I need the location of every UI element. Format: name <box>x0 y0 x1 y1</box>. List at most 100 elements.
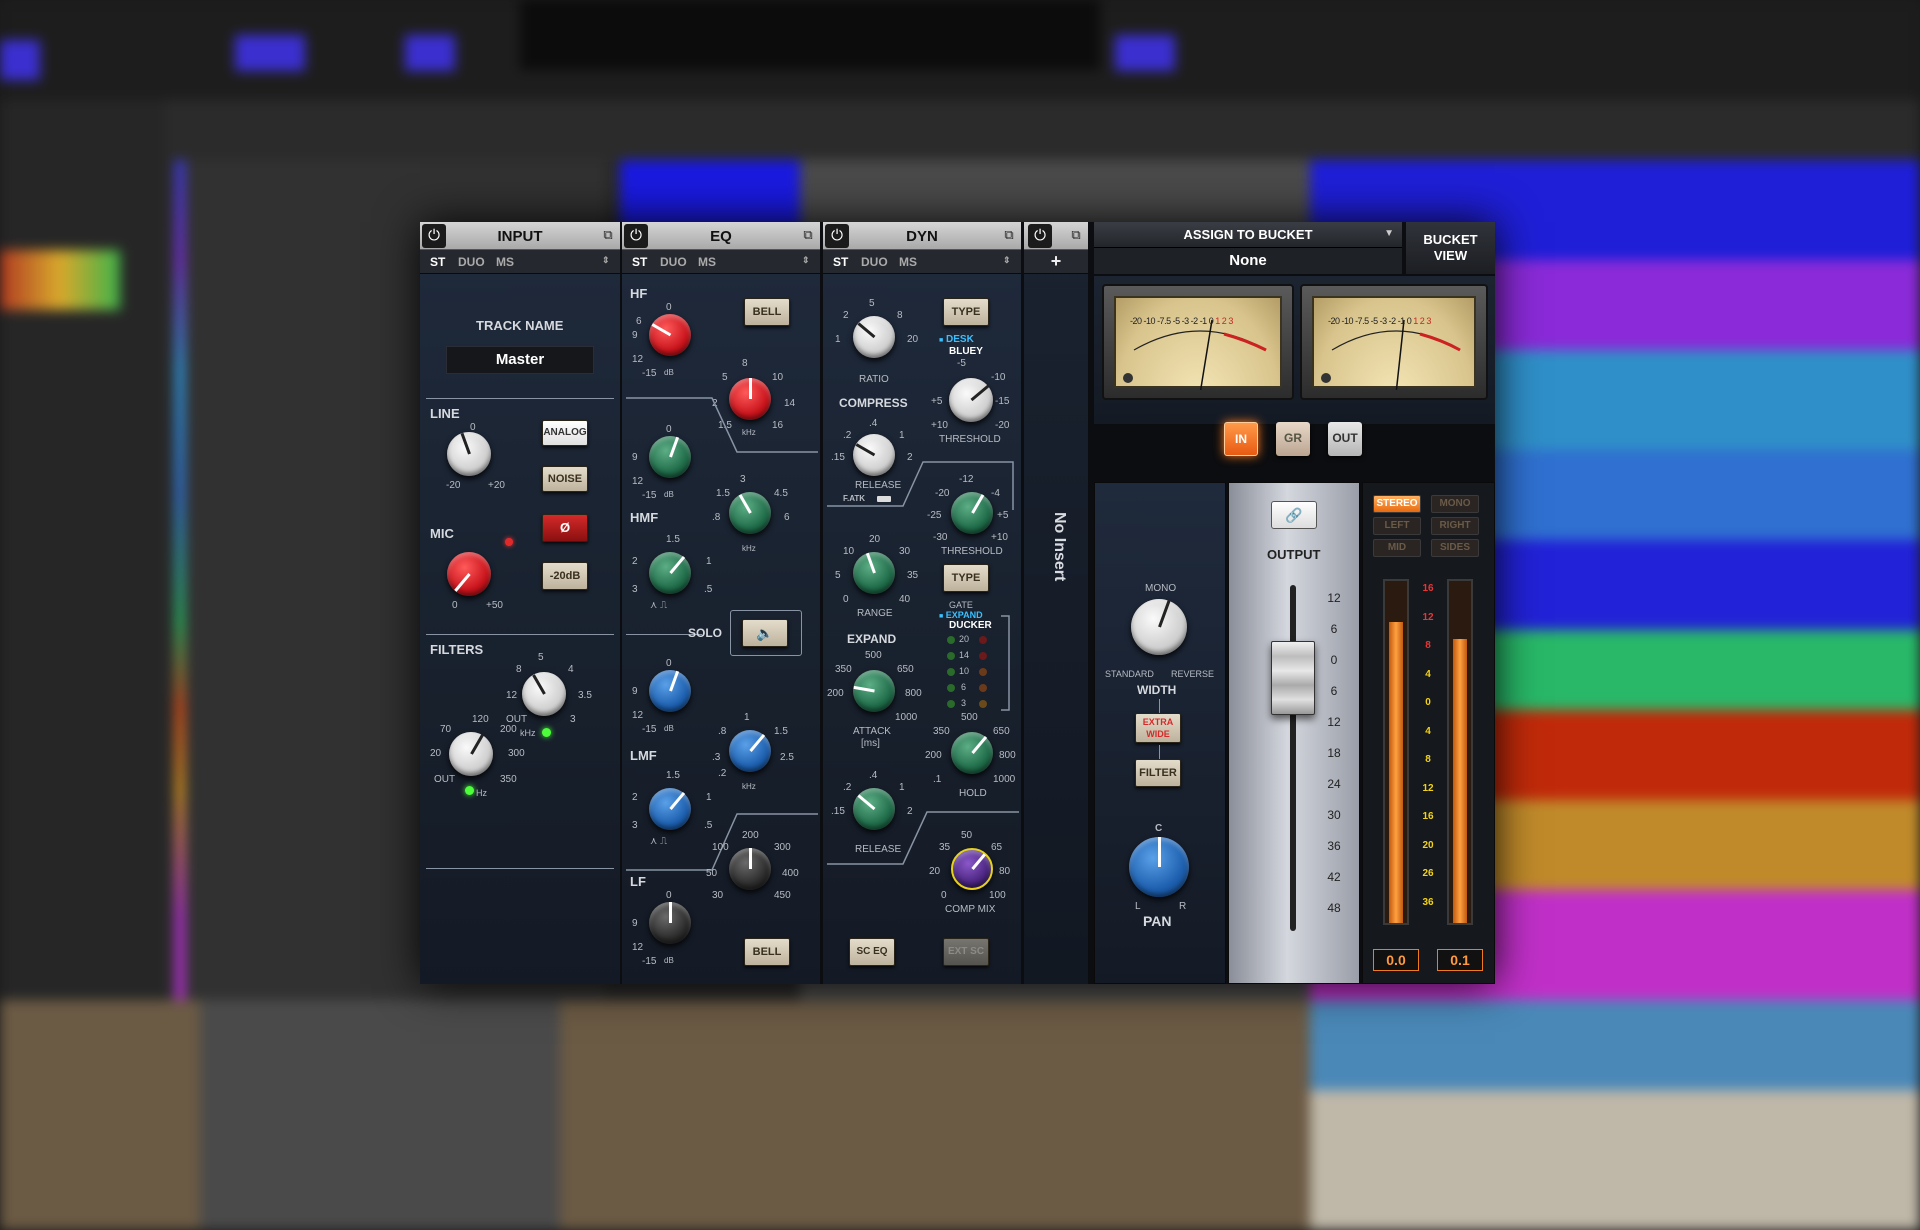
ext-sc-button[interactable]: EXT SC <box>943 938 989 966</box>
mix-tick: 80 <box>999 866 1011 877</box>
hmf-gain-knob[interactable] <box>649 436 691 478</box>
dyn-mode-st[interactable]: ST <box>833 255 848 269</box>
pan-knob[interactable] <box>1129 837 1189 897</box>
comp-threshold-knob[interactable] <box>949 378 993 422</box>
hmf-db-unit: dB <box>664 490 674 499</box>
bucket-value[interactable]: None <box>1094 248 1402 274</box>
lmf-freq-knob[interactable] <box>729 730 771 772</box>
input-mode-arrow-icon[interactable]: ⇕ <box>602 255 610 266</box>
hold-tick: 200 <box>925 750 942 761</box>
lf-freq-knob[interactable] <box>729 848 771 890</box>
expand-option[interactable]: ■ EXPAND <box>939 610 983 620</box>
noise-button[interactable]: NOISE <box>542 466 588 492</box>
level-meter-left-bar <box>1389 622 1403 923</box>
lf-gain-tick: 0 <box>666 890 672 901</box>
pan-center-label: C <box>1155 823 1163 834</box>
lpf-knob[interactable] <box>522 672 566 716</box>
mic-knob[interactable] <box>447 552 491 596</box>
extra-wide-button[interactable]: EXTRA WIDE <box>1135 713 1181 743</box>
compress-divider-line <box>827 461 1014 510</box>
hold-label: HOLD <box>959 788 987 799</box>
insert-power-button[interactable]: ⏻ <box>1028 224 1052 248</box>
eq-mode-ms[interactable]: MS <box>698 255 716 269</box>
dyn-expand-icon[interactable]: ⧉ <box>1001 227 1017 243</box>
input-mode-ms[interactable]: MS <box>496 255 514 269</box>
mid-button[interactable]: MID <box>1373 539 1421 557</box>
gr-led-label: 6 <box>961 682 967 692</box>
gate-threshold-knob[interactable] <box>951 492 993 534</box>
mix-tick: 100 <box>989 890 1006 901</box>
input-expand-icon[interactable]: ⧉ <box>600 227 616 243</box>
width-knob[interactable] <box>1131 599 1187 655</box>
line-knob[interactable] <box>447 432 491 476</box>
hmf-q-knob[interactable] <box>649 552 691 594</box>
lmf-gain-knob[interactable] <box>649 670 691 712</box>
lmf-gain-tick: 0 <box>666 658 672 669</box>
pad-20db-button[interactable]: -20dB <box>542 562 588 590</box>
input-mode-bar: ST DUO MS ⇕ <box>420 250 620 274</box>
eq-expand-icon[interactable]: ⧉ <box>800 227 816 243</box>
meter-out-button[interactable]: OUT <box>1328 422 1362 456</box>
range-knob[interactable] <box>853 552 895 594</box>
hmf-gain-tick: -15 <box>642 490 657 501</box>
filters-label: FILTERS <box>430 642 484 657</box>
attack-tick: 350 <box>835 664 852 675</box>
dyn-mode-arrow-icon[interactable]: ⇕ <box>1003 255 1011 266</box>
track-name-field[interactable]: Master <box>446 346 594 374</box>
bucket-view-button[interactable]: BUCKET VIEW <box>1406 222 1495 274</box>
gate-option[interactable]: GATE <box>949 600 973 610</box>
input-mode-st[interactable]: ST <box>430 255 445 269</box>
eq-mode-duo[interactable]: DUO <box>660 255 687 269</box>
comp-mix-knob[interactable] <box>951 848 993 890</box>
ratio-knob[interactable] <box>853 316 895 358</box>
meter-gr-button[interactable]: GR <box>1276 422 1310 456</box>
mix-tick: 35 <box>939 842 951 853</box>
desk-option[interactable]: ■ DESK <box>939 334 974 345</box>
eq-mode-st[interactable]: ST <box>632 255 647 269</box>
eq-mode-arrow-icon[interactable]: ⇕ <box>802 255 810 266</box>
solo-button[interactable]: 🔈 <box>742 619 788 647</box>
gr-led-label: 20 <box>959 634 970 644</box>
hf-freq-tick: 8 <box>742 358 748 369</box>
hold-knob[interactable] <box>951 732 993 774</box>
eq-mode-bar: ST DUO MS ⇕ <box>622 250 820 274</box>
hmf-freq-knob[interactable] <box>729 492 771 534</box>
ducker-option[interactable]: DUCKER <box>949 620 992 631</box>
insert-add-bar: + <box>1024 250 1088 274</box>
insert-expand-icon[interactable]: ⧉ <box>1068 227 1084 243</box>
analog-button[interactable]: ANALOG <box>542 420 588 446</box>
mix-tick: 0 <box>941 890 947 901</box>
assign-to-bucket-dropdown[interactable]: ASSIGN TO BUCKET ▼ <box>1094 222 1402 248</box>
dyn-mode-ms[interactable]: MS <box>899 255 917 269</box>
right-button[interactable]: RIGHT <box>1431 517 1479 535</box>
mono-button[interactable]: MONO <box>1431 495 1479 513</box>
no-insert-label[interactable]: No Insert <box>1044 512 1068 712</box>
insert-module: ⏻ ⧉ + No Insert <box>1024 222 1088 984</box>
meter-in-button[interactable]: IN <box>1224 422 1258 456</box>
lf-gain-knob[interactable] <box>649 902 691 944</box>
vu-meter-left-face: -20 -10 -7.5 -5 -3 -2 -1 0 1 2 3 <box>1114 296 1282 390</box>
sc-eq-button[interactable]: SC EQ <box>849 938 895 966</box>
phase-button[interactable]: Ø <box>542 514 588 542</box>
gate-type-button[interactable]: TYPE <box>943 564 989 592</box>
input-mode-duo[interactable]: DUO <box>458 255 485 269</box>
hmf-q-tick: 1 <box>706 556 712 567</box>
hf-bell-button[interactable]: BELL <box>744 298 790 326</box>
output-fader-handle[interactable] <box>1271 641 1315 715</box>
gate-threshold-tick: +10 <box>991 532 1008 543</box>
add-insert-button[interactable]: + <box>1024 251 1088 272</box>
level-meter-scale-tick: 12 <box>1422 611 1434 623</box>
bluey-option[interactable]: BLUEY <box>949 346 983 357</box>
left-button[interactable]: LEFT <box>1373 517 1421 535</box>
lf-bell-button[interactable]: BELL <box>744 938 790 966</box>
hf-gain-knob[interactable] <box>649 314 691 356</box>
filter-button[interactable]: FILTER <box>1135 759 1181 787</box>
hpf-knob[interactable] <box>449 732 493 776</box>
comp-type-button[interactable]: TYPE <box>943 298 989 326</box>
stereo-button[interactable]: STEREO <box>1373 495 1421 513</box>
output-link-button[interactable]: 🔗 <box>1271 501 1317 529</box>
sides-button[interactable]: SIDES <box>1431 539 1479 557</box>
lpf-tick: 4 <box>568 664 574 675</box>
attack-knob[interactable] <box>853 670 895 712</box>
dyn-mode-duo[interactable]: DUO <box>861 255 888 269</box>
